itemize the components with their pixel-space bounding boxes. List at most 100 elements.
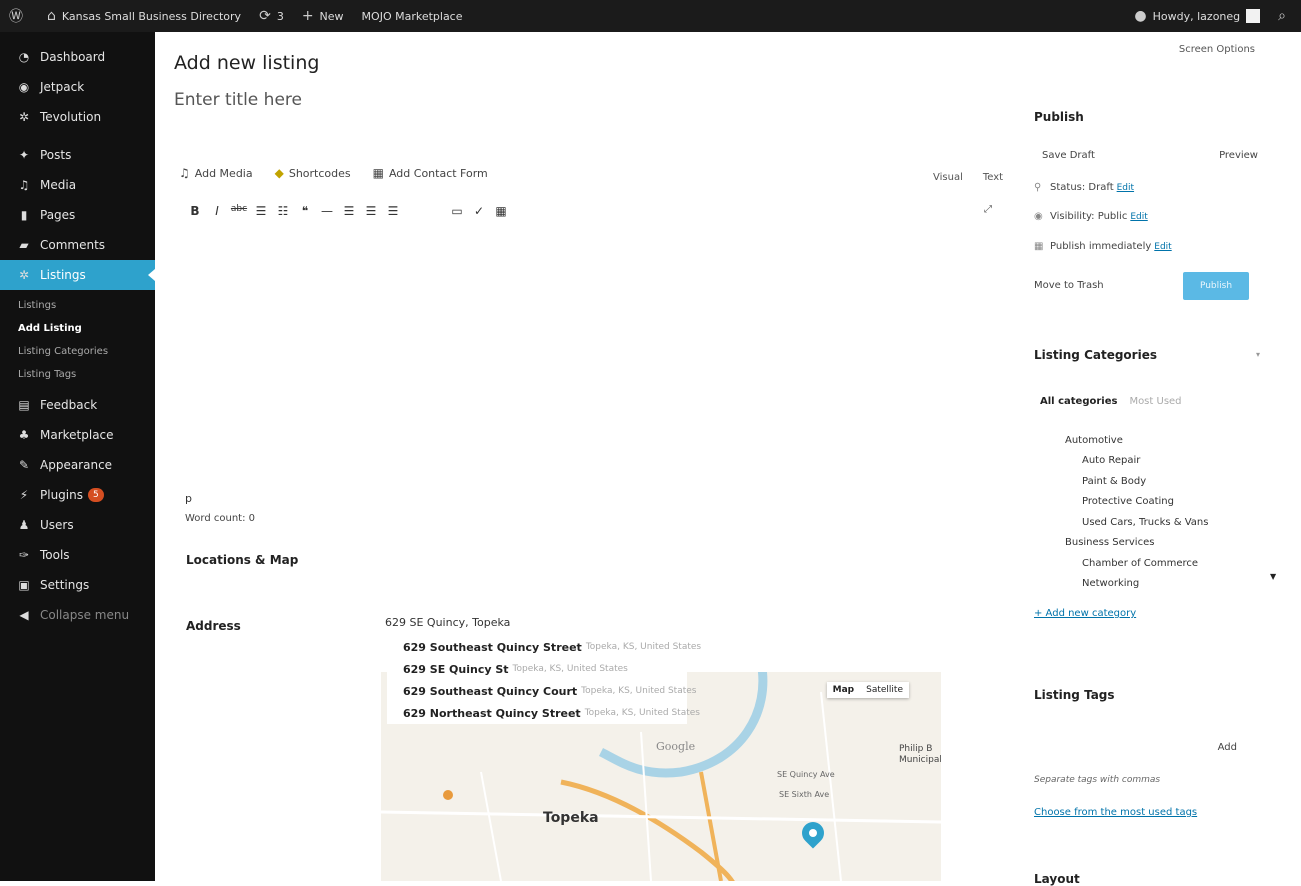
submenu-listings[interactable]: Listings [0, 294, 155, 317]
tab-all-categories[interactable]: All categories [1040, 396, 1117, 407]
bold-icon[interactable]: B [184, 204, 206, 218]
sidebar-item-users[interactable]: ♟ Users [0, 510, 155, 540]
sidebar-item-tools[interactable]: ✑ Tools [0, 540, 155, 570]
submenu-listing-tags[interactable]: Listing Tags [0, 363, 155, 386]
align-left-icon[interactable]: ☰ [338, 204, 360, 218]
italic-icon[interactable]: I [206, 204, 228, 218]
home-icon: ⌂ [47, 8, 56, 24]
edit-visibility-link[interactable]: Edit [1130, 212, 1147, 222]
category-item[interactable]: Business Services [1065, 533, 1208, 554]
map-type-satellite[interactable]: Satellite [860, 682, 909, 698]
add-tag-button[interactable]: Add [1218, 742, 1237, 753]
spellcheck-icon[interactable]: ✓ [468, 204, 490, 218]
account-menu[interactable]: ● Howdy, lazoneg [1125, 0, 1269, 32]
shortcode-icon: ◆ [274, 166, 284, 180]
updates-link[interactable]: ⟳ 3 [250, 0, 293, 32]
road [820, 691, 842, 881]
strikethrough-icon[interactable]: abc [228, 204, 250, 218]
pin-icon: ⚲ [1034, 182, 1042, 193]
category-item[interactable]: Protective Coating [1065, 492, 1208, 513]
locations-section-title: Locations & Map [186, 553, 299, 567]
sidebar-item-settings[interactable]: ▣ Settings [0, 570, 155, 600]
move-to-trash-link[interactable]: Move to Trash [1034, 280, 1104, 291]
address-input[interactable]: 629 SE Quincy, Topeka [385, 616, 510, 629]
autocomplete-item[interactable]: 629 SE Quincy St Topeka, KS, United State… [387, 658, 687, 680]
insert-more-icon[interactable]: ▭ [446, 204, 468, 218]
map-street-label: SE Sixth Ave [779, 790, 830, 799]
sidebar-item-marketplace[interactable]: ♣ Marketplace [0, 420, 155, 450]
category-item[interactable]: Automotive [1065, 430, 1208, 451]
google-logo: Google [656, 740, 696, 753]
tab-text[interactable]: Text [983, 172, 1003, 183]
align-right-icon[interactable]: ☰ [382, 204, 404, 218]
choose-most-used-tags-link[interactable]: Choose from the most used tags [1034, 807, 1197, 818]
category-item[interactable]: Chamber of Commerce [1065, 553, 1208, 574]
save-draft-button[interactable]: Save Draft [1042, 150, 1095, 161]
submenu-listing-categories[interactable]: Listing Categories [0, 340, 155, 363]
sidebar-item-dashboard[interactable]: ◔ Dashboard [0, 42, 155, 72]
map-type-map[interactable]: Map [827, 682, 860, 698]
road [381, 810, 941, 824]
collapse-menu-button[interactable]: ◀ Collapse menu [0, 600, 155, 630]
bullet-list-icon[interactable]: ☰ [250, 204, 272, 218]
numbered-list-icon[interactable]: ☷ [272, 204, 294, 218]
sidebar-item-jetpack[interactable]: ◉ Jetpack [0, 72, 155, 102]
tab-visual[interactable]: Visual [933, 172, 963, 183]
admin-sidebar: ◔ Dashboard ◉ Jetpack ✲ Tevolution ✦ Posts ♫… [0, 32, 155, 881]
category-item[interactable]: Used Cars, Trucks & Vans [1065, 512, 1208, 533]
autocomplete-item[interactable]: 629 Southeast Quincy Street Topeka, KS, U… [387, 636, 701, 658]
sidebar-item-feedback[interactable]: ▤ Feedback [0, 390, 155, 420]
edit-status-link[interactable]: Edit [1117, 183, 1134, 193]
form-icon: ▦ [372, 166, 384, 180]
schedule-row: ▦ Publish immediately Edit [1034, 241, 1172, 252]
admin-bar: Ⓦ ⌂ Kansas Small Business Directory ⟳ 3 + N… [0, 0, 1301, 32]
sidebar-item-plugins[interactable]: ⚡ Plugins 5 [0, 480, 155, 510]
categories-box-title: Listing Categories [1034, 348, 1157, 362]
road [640, 731, 652, 881]
sidebar-item-media[interactable]: ♫ Media [0, 170, 155, 200]
search-icon: ⌕ [1278, 8, 1286, 24]
autocomplete-item[interactable]: 629 Southeast Quincy Court Topeka, KS, Un… [387, 680, 696, 702]
gear-icon: ✲ [18, 268, 30, 282]
category-item[interactable]: Networking [1065, 574, 1208, 595]
toggle-arrow-icon[interactable]: ▾ [1256, 350, 1260, 359]
toolbar-toggle-icon[interactable]: ▦ [490, 204, 512, 218]
add-new-category-link[interactable]: + Add new category [1034, 608, 1136, 619]
title-input[interactable]: Enter title here [174, 90, 994, 110]
publish-button[interactable]: Publish [1183, 272, 1249, 300]
edit-schedule-link[interactable]: Edit [1154, 242, 1171, 252]
align-center-icon[interactable]: ☰ [360, 204, 382, 218]
horizontal-rule-icon[interactable]: — [316, 204, 338, 218]
sidebar-metaboxes: Publish Save Draft Preview ⚲ Status: Dra… [1029, 32, 1291, 886]
search-toggle[interactable]: ⌕ [1269, 0, 1301, 32]
highway-2 [699, 771, 723, 881]
category-item[interactable]: Paint & Body [1065, 471, 1208, 492]
add-media-button[interactable]: ♫ Add Media [179, 166, 253, 180]
tags-help-text: Separate tags with commas [1034, 775, 1161, 785]
fullscreen-icon[interactable]: ⤢ [984, 204, 992, 215]
preview-button[interactable]: Preview [1219, 150, 1258, 161]
user-icon: ● [1134, 8, 1147, 24]
category-item[interactable]: Auto Repair [1065, 451, 1208, 472]
collapse-icon: ◀ [19, 608, 29, 622]
blockquote-icon[interactable]: ❝ [294, 204, 316, 218]
new-content-link[interactable]: + New [293, 0, 353, 32]
scroll-down-icon[interactable]: ▼ [1270, 572, 1276, 581]
autocomplete-item[interactable]: 629 Northeast Quincy Street Topeka, KS, U… [387, 702, 700, 724]
sidebar-item-pages[interactable]: ▮ Pages [0, 200, 155, 230]
map-poi-marker [443, 790, 453, 800]
mojo-marketplace-link[interactable]: MOJO Marketplace [353, 0, 472, 32]
sidebar-item-tevolution[interactable]: ✲ Tevolution [0, 102, 155, 132]
sidebar-item-comments[interactable]: ▰ Comments [0, 230, 155, 260]
sidebar-item-listings[interactable]: ✲ Listings [0, 260, 155, 290]
submenu-add-listing[interactable]: Add Listing [0, 317, 155, 340]
site-name-link[interactable]: ⌂ Kansas Small Business Directory [38, 0, 250, 32]
tab-most-used[interactable]: Most Used [1129, 396, 1181, 407]
add-contact-form-button[interactable]: ▦ Add Contact Form [373, 166, 488, 180]
plus-icon: + [301, 8, 314, 24]
sidebar-item-appearance[interactable]: ✎ Appearance [0, 450, 155, 480]
shortcodes-button[interactable]: ◆ Shortcodes [275, 166, 351, 180]
sidebar-item-posts[interactable]: ✦ Posts [0, 140, 155, 170]
wordpress-logo[interactable]: Ⓦ [0, 0, 38, 32]
calendar-icon: ▦ [1034, 241, 1044, 252]
